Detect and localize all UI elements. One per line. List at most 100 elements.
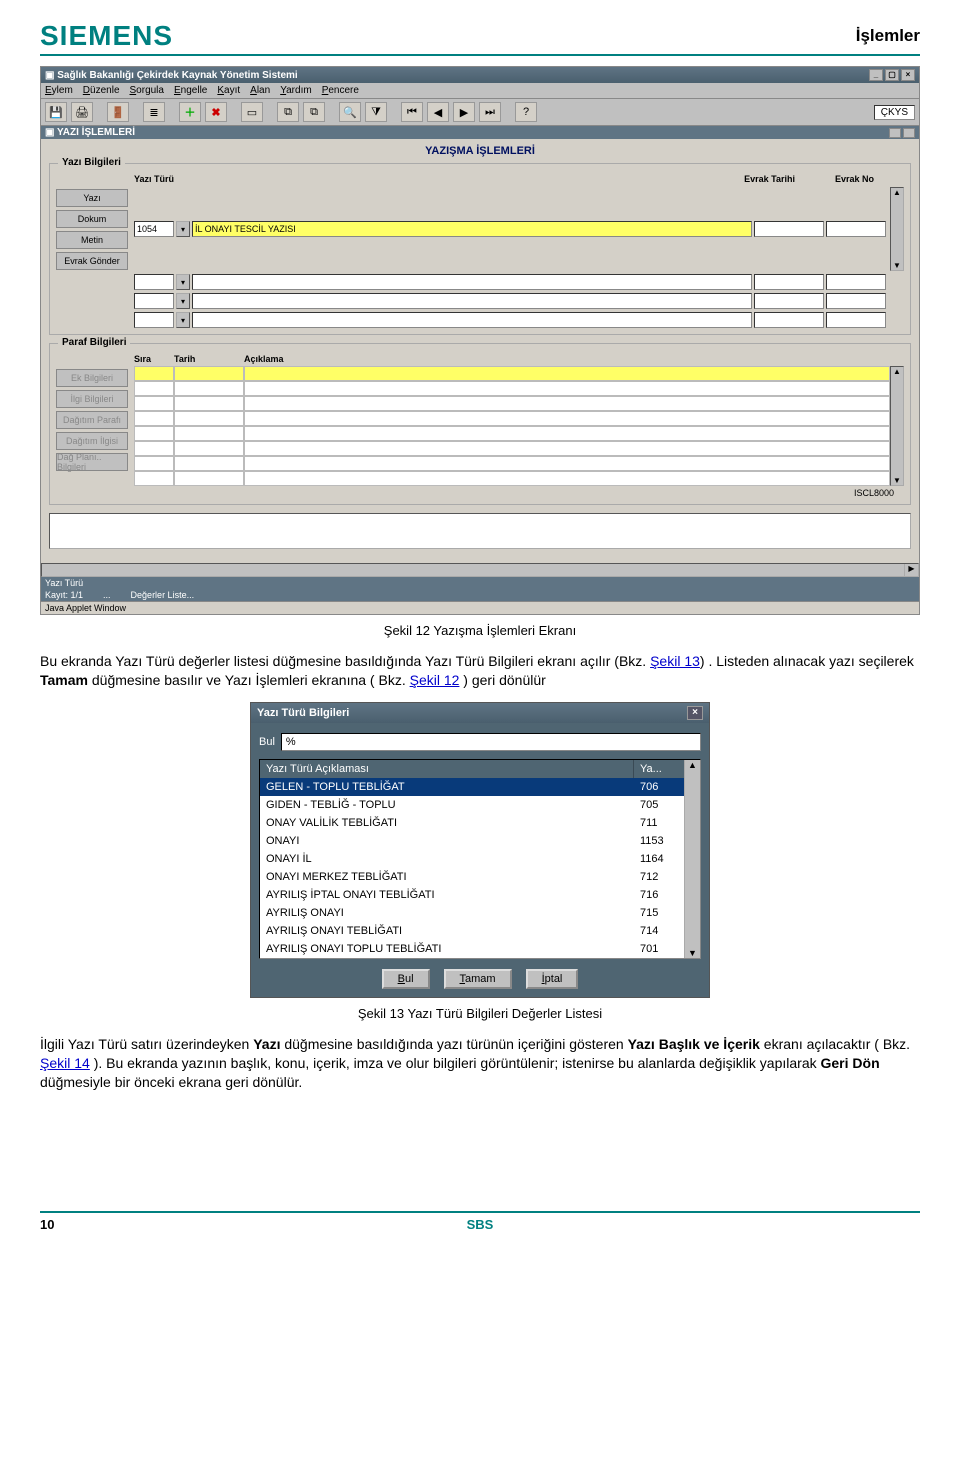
menu-engelle[interactable]: Engelle (174, 85, 207, 96)
tool-list-icon[interactable]: ≣ (143, 102, 165, 122)
page-footer: 10 SBS (40, 1211, 920, 1232)
tool-clear-icon[interactable]: ▭ (241, 102, 263, 122)
row2-code[interactable] (134, 274, 174, 290)
row3-no[interactable] (826, 293, 886, 309)
dokum-button[interactable]: Dokum (56, 210, 128, 228)
menu-eylem[interactable]: Eylem (45, 85, 73, 96)
dialog-bul-button[interactable]: Bul (382, 969, 430, 989)
paraf-grid[interactable] (134, 366, 890, 486)
yazi-turu-code[interactable]: 1054 (134, 221, 174, 237)
list-item[interactable]: GELEN - TOPLU TEBLİĞAT706 (260, 778, 684, 796)
java-applet-bar: Java Applet Window (41, 601, 919, 614)
row4-code[interactable] (134, 312, 174, 328)
row3-desc[interactable] (192, 293, 752, 309)
dialog-iptal-button[interactable]: İptal (526, 969, 579, 989)
list-item[interactable]: ONAYI MERKEZ TEBLİĞATI712 (260, 868, 684, 886)
tool-filter-icon[interactable]: ⧩ (365, 102, 387, 122)
dialog-scroll-up-icon[interactable]: ▲ (688, 760, 697, 770)
tool-help-icon[interactable]: ? (515, 102, 537, 122)
list-item[interactable]: AYRILIŞ ONAYI TOPLU TEBLİĞATI701 (260, 940, 684, 958)
dialog-tamam-button[interactable]: Tamam (444, 969, 512, 989)
dag-plani-button[interactable]: Dağ Planı.. Bilgileri (56, 453, 128, 471)
ek-bilgileri-button[interactable]: Ek Bilgileri (56, 369, 128, 387)
tool-prev-icon[interactable]: ◀ (427, 102, 449, 122)
link-sekil-12[interactable]: Şekil 12 (410, 672, 460, 688)
evrak-gonder-button[interactable]: Evrak Gönder (56, 252, 128, 270)
sub-min-button[interactable] (889, 128, 901, 138)
h-scrollbar[interactable]: ▶ (41, 563, 919, 577)
dialog-scroll-down-icon[interactable]: ▼ (688, 948, 697, 958)
grid-scroll-up-icon[interactable]: ▲ (893, 367, 901, 376)
close-button[interactable]: × (901, 69, 915, 81)
dagitim-ilgisi-button[interactable]: Dağıtım İlgisi (56, 432, 128, 450)
list-item[interactable]: AYRILIŞ ONAYI TEBLİĞATI714 (260, 922, 684, 940)
row4-no[interactable] (826, 312, 886, 328)
bul-input[interactable]: % (281, 733, 701, 751)
dialog-title: Yazı Türü Bilgileri (257, 707, 349, 719)
row2-desc[interactable] (192, 274, 752, 290)
tool-first-icon[interactable]: ⏮ (401, 102, 423, 122)
yazi-button[interactable]: Yazı (56, 189, 128, 207)
col-sira: Sıra (134, 354, 174, 364)
grid-scroll-down-icon[interactable]: ▼ (893, 476, 901, 485)
paraf-bilgileri-group: Paraf Bilgileri Ek Bilgileri İlgi Bilgil… (49, 343, 911, 505)
evrak-no-input[interactable] (826, 221, 886, 237)
row2-no[interactable] (826, 274, 886, 290)
dialog-list: Yazı Türü Açıklaması Ya... GELEN - TOPLU… (259, 759, 701, 959)
sub-max-button[interactable] (903, 128, 915, 138)
sub-window-icon: ▣ (45, 127, 57, 138)
menu-yardim[interactable]: Yardım (280, 85, 312, 96)
metin-button[interactable]: Metin (56, 231, 128, 249)
yazi-bilgileri-label: Yazı Bilgileri (58, 157, 125, 168)
row4-dropdown-icon[interactable]: ▾ (176, 312, 190, 328)
dialog-col-ya[interactable]: Ya... (634, 760, 684, 778)
list-item[interactable]: ONAY VALİLİK TEBLİĞATI711 (260, 814, 684, 832)
tool-search-icon[interactable]: 🔍 (339, 102, 361, 122)
tool-next-icon[interactable]: ▶ (453, 102, 475, 122)
menu-kayit[interactable]: Kayıt (217, 85, 240, 96)
row3-tarih[interactable] (754, 293, 824, 309)
tool-delete-icon[interactable]: ✖ (205, 102, 227, 122)
tool-last-icon[interactable]: ⏭ (479, 102, 501, 122)
tool-print-icon[interactable]: 🖨 (71, 102, 93, 122)
yazi-turu-dropdown-icon[interactable]: ▾ (176, 221, 190, 237)
row3-code[interactable] (134, 293, 174, 309)
ilgi-bilgileri-button[interactable]: İlgi Bilgileri (56, 390, 128, 408)
yazi-bilgileri-group: Yazı Bilgileri Yazı Dokum Metin Evrak Gö… (49, 163, 911, 335)
tool-paste-icon[interactable]: ⧉ (303, 102, 325, 122)
tool-copy-icon[interactable]: ⧉ (277, 102, 299, 122)
tool-add-icon[interactable]: ＋ (179, 102, 201, 122)
dialog-close-button[interactable]: × (687, 706, 703, 720)
scroll-down-icon[interactable]: ▼ (893, 261, 901, 270)
menu-duzenle[interactable]: Düzenle (83, 85, 120, 96)
menu-alan[interactable]: Alan (250, 85, 270, 96)
yazi-turu-desc[interactable]: İL ONAYI TESCİL YAZISI (192, 221, 752, 237)
list-item[interactable]: AYRILIŞ ONAYI715 (260, 904, 684, 922)
row2-dropdown-icon[interactable]: ▾ (176, 274, 190, 290)
toolbar: 💾 🖨 🚪 ≣ ＋ ✖ ▭ ⧉ ⧉ 🔍 ⧩ ⏮ ◀ ▶ ⏭ ? ÇKY (41, 99, 919, 126)
list-item[interactable]: AYRILIŞ İPTAL ONAYI TEBLİĞATI716 (260, 886, 684, 904)
app-icon: ▣ (45, 70, 57, 81)
tool-exit-icon[interactable]: 🚪 (107, 102, 129, 122)
list-item[interactable]: ONAYI İL1164 (260, 850, 684, 868)
scroll-up-icon[interactable]: ▲ (893, 188, 901, 197)
maximize-button[interactable]: ▢ (885, 69, 899, 81)
tool-save-icon[interactable]: 💾 (45, 102, 67, 122)
row2-tarih[interactable] (754, 274, 824, 290)
menu-sorgula[interactable]: Sorgula (130, 85, 164, 96)
link-sekil-13[interactable]: Şekil 13 (650, 653, 700, 669)
app-title: ▣ Sağlık Bakanlığı Çekirdek Kaynak Yönet… (45, 70, 298, 81)
row4-desc[interactable] (192, 312, 752, 328)
menu-pencere[interactable]: Pencere (322, 85, 359, 96)
minimize-button[interactable]: _ (869, 69, 883, 81)
list-item[interactable]: GIDEN - TEBLİĞ - TOPLU705 (260, 796, 684, 814)
evrak-no-label: Evrak No (835, 174, 874, 184)
row3-dropdown-icon[interactable]: ▾ (176, 293, 190, 309)
evrak-tarihi-input[interactable] (754, 221, 824, 237)
link-sekil-14[interactable]: Şekil 14 (40, 1055, 90, 1071)
figure-12-caption: Şekil 12 Yazışma İşlemleri Ekranı (40, 623, 920, 638)
dialog-col-aciklama[interactable]: Yazı Türü Açıklaması (260, 760, 634, 778)
dagitim-parafi-button[interactable]: Dağıtım Parafı (56, 411, 128, 429)
list-item[interactable]: ONAYI1153 (260, 832, 684, 850)
row4-tarih[interactable] (754, 312, 824, 328)
